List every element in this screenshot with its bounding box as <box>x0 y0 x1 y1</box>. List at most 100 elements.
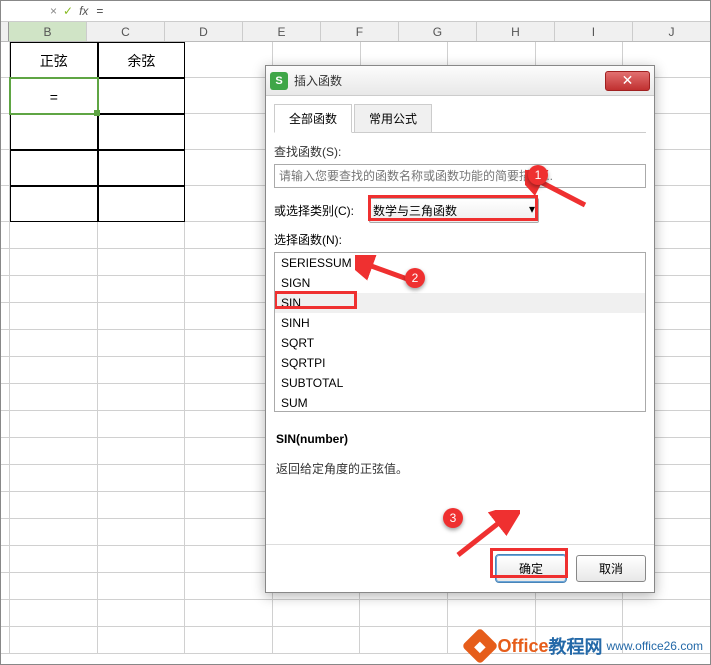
cell[interactable] <box>10 411 98 438</box>
cell[interactable] <box>10 546 98 573</box>
cell[interactable] <box>10 357 98 384</box>
cell[interactable] <box>98 357 186 384</box>
function-item[interactable]: SUBTOTAL <box>275 373 645 393</box>
col-header-b[interactable]: B <box>9 22 87 41</box>
cell[interactable] <box>10 519 98 546</box>
col-header-h[interactable]: H <box>477 22 555 41</box>
cell[interactable] <box>185 303 273 330</box>
cell[interactable] <box>98 150 186 186</box>
cell[interactable] <box>185 78 273 114</box>
cell[interactable] <box>185 573 273 600</box>
cell[interactable] <box>185 357 273 384</box>
cell[interactable] <box>185 519 273 546</box>
cell[interactable] <box>98 114 186 150</box>
cell[interactable] <box>98 186 186 222</box>
cell[interactable] <box>98 573 186 600</box>
tab-common-formulas[interactable]: 常用公式 <box>354 104 432 132</box>
cell[interactable] <box>98 546 186 573</box>
cell[interactable] <box>98 492 186 519</box>
category-label: 或选择类别(C): <box>274 202 369 219</box>
function-item[interactable]: SQRT <box>275 333 645 353</box>
function-item[interactable]: SINH <box>275 313 645 333</box>
cell[interactable] <box>273 627 361 654</box>
cell-b2-active[interactable]: = <box>10 78 98 114</box>
col-header-e[interactable]: E <box>243 22 321 41</box>
cell[interactable] <box>98 438 186 465</box>
dialog-titlebar[interactable]: S 插入函数 ✕ <box>266 66 654 96</box>
cell[interactable] <box>10 465 98 492</box>
col-header-i[interactable]: I <box>555 22 633 41</box>
formula-value[interactable]: = <box>96 4 103 18</box>
cell[interactable] <box>98 330 186 357</box>
cell[interactable] <box>10 438 98 465</box>
cell[interactable] <box>185 330 273 357</box>
cell[interactable] <box>10 384 98 411</box>
cell[interactable] <box>185 411 273 438</box>
function-item[interactable]: SQRTPI <box>275 353 645 373</box>
cell[interactable] <box>360 600 448 627</box>
cell-b1[interactable]: 正弦 <box>10 42 98 78</box>
cell[interactable] <box>536 600 624 627</box>
col-header-d[interactable]: D <box>165 22 243 41</box>
cell[interactable] <box>185 438 273 465</box>
cell[interactable] <box>10 222 98 249</box>
accept-formula-icon[interactable]: ✓ <box>63 4 73 18</box>
col-header-j[interactable]: J <box>633 22 711 41</box>
cell[interactable] <box>10 573 98 600</box>
cell[interactable] <box>10 114 98 150</box>
cell[interactable] <box>185 276 273 303</box>
cell[interactable] <box>98 411 186 438</box>
cell-c1[interactable]: 余弦 <box>98 42 186 78</box>
cancel-button[interactable]: 取消 <box>576 555 646 582</box>
cell[interactable] <box>10 330 98 357</box>
cancel-formula-icon[interactable]: × <box>50 4 57 18</box>
cell[interactable] <box>98 249 186 276</box>
cell[interactable] <box>98 384 186 411</box>
cell[interactable] <box>185 384 273 411</box>
cell[interactable] <box>10 492 98 519</box>
cell-c2[interactable] <box>98 78 186 114</box>
cell[interactable] <box>98 465 186 492</box>
function-item[interactable]: SIN <box>275 293 645 313</box>
cell[interactable] <box>185 600 273 627</box>
cell[interactable] <box>185 249 273 276</box>
cell[interactable] <box>185 627 273 654</box>
ok-button[interactable]: 确定 <box>496 555 566 582</box>
function-item[interactable]: SERIESSUM <box>275 253 645 273</box>
cell[interactable] <box>10 249 98 276</box>
cell[interactable] <box>448 600 536 627</box>
cell[interactable] <box>185 465 273 492</box>
cell[interactable] <box>10 303 98 330</box>
cell[interactable] <box>185 492 273 519</box>
cell[interactable] <box>273 600 361 627</box>
watermark: ◆ Office教程网 www.office26.com <box>467 633 703 659</box>
cell[interactable] <box>623 600 711 627</box>
cell[interactable] <box>10 186 98 222</box>
search-input[interactable] <box>274 164 646 188</box>
fx-icon[interactable]: fx <box>79 4 88 18</box>
cell[interactable] <box>98 276 186 303</box>
cell[interactable] <box>185 222 273 249</box>
category-select[interactable]: 数学与三角函数▾ <box>369 198 539 223</box>
col-header-f[interactable]: F <box>321 22 399 41</box>
cell[interactable] <box>98 600 186 627</box>
col-header-c[interactable]: C <box>87 22 165 41</box>
cell[interactable] <box>98 519 186 546</box>
cell[interactable] <box>10 627 98 654</box>
cell[interactable] <box>98 303 186 330</box>
close-icon[interactable]: ✕ <box>605 71 650 91</box>
cell[interactable] <box>98 222 186 249</box>
cell[interactable] <box>10 276 98 303</box>
cell[interactable] <box>10 150 98 186</box>
cell[interactable] <box>10 600 98 627</box>
tab-all-functions[interactable]: 全部函数 <box>274 104 352 133</box>
cell[interactable] <box>360 627 448 654</box>
col-header-g[interactable]: G <box>399 22 477 41</box>
cell[interactable] <box>185 546 273 573</box>
function-item[interactable]: SIGN <box>275 273 645 293</box>
cell[interactable] <box>185 42 273 78</box>
function-item[interactable]: SUM <box>275 393 645 412</box>
corner-cell[interactable] <box>0 22 9 41</box>
cell[interactable] <box>98 627 186 654</box>
function-list[interactable]: SERIESSUMSIGNSINSINHSQRTSQRTPISUBTOTALSU… <box>274 252 646 412</box>
